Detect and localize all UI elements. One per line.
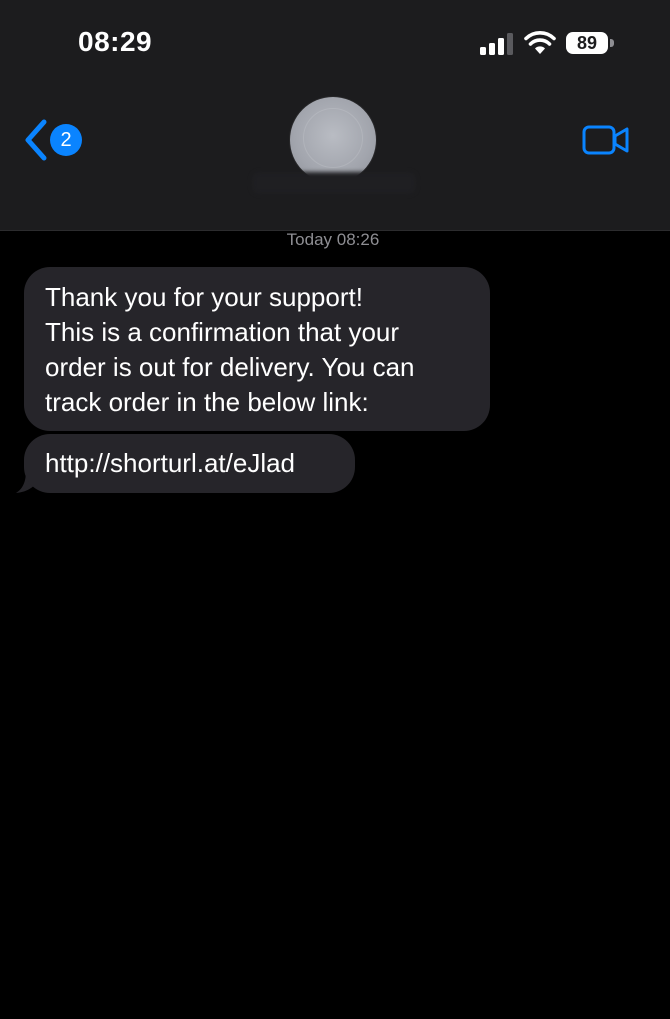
message-bubble[interactable]: Thank you for your support! This is a co…	[24, 267, 490, 431]
message-text-line: This is a confirmation that your	[45, 317, 400, 347]
message-text-line: Thank you for your support!	[45, 282, 363, 312]
video-camera-icon[interactable]	[582, 124, 630, 156]
message-timestamp: Today 08:26	[286, 230, 380, 249]
message-link[interactable]: http://shorturl.at/eJlad	[45, 446, 334, 481]
message-text-line: order is out for delivery. You can	[45, 352, 415, 382]
chevron-left-icon	[25, 119, 47, 161]
signal-bars-icon	[480, 33, 513, 55]
wifi-icon	[524, 31, 556, 54]
avatar-ring	[303, 108, 363, 168]
back-button[interactable]: 2	[22, 118, 86, 164]
message-text-line: track order in the below link:	[45, 387, 369, 417]
conversation-header: 08:29 89 2	[0, 0, 670, 231]
contact-avatar[interactable]	[290, 97, 376, 183]
contact-name-redacted[interactable]	[252, 172, 416, 194]
status-time: 08:29	[78, 26, 153, 57]
link-message-bubble[interactable]: http://shorturl.at/eJlad	[24, 434, 355, 493]
battery-level: 89	[566, 32, 608, 54]
battery-icon: 89	[566, 32, 614, 56]
unread-count-badge: 2	[50, 124, 82, 156]
battery-cap	[610, 39, 614, 47]
